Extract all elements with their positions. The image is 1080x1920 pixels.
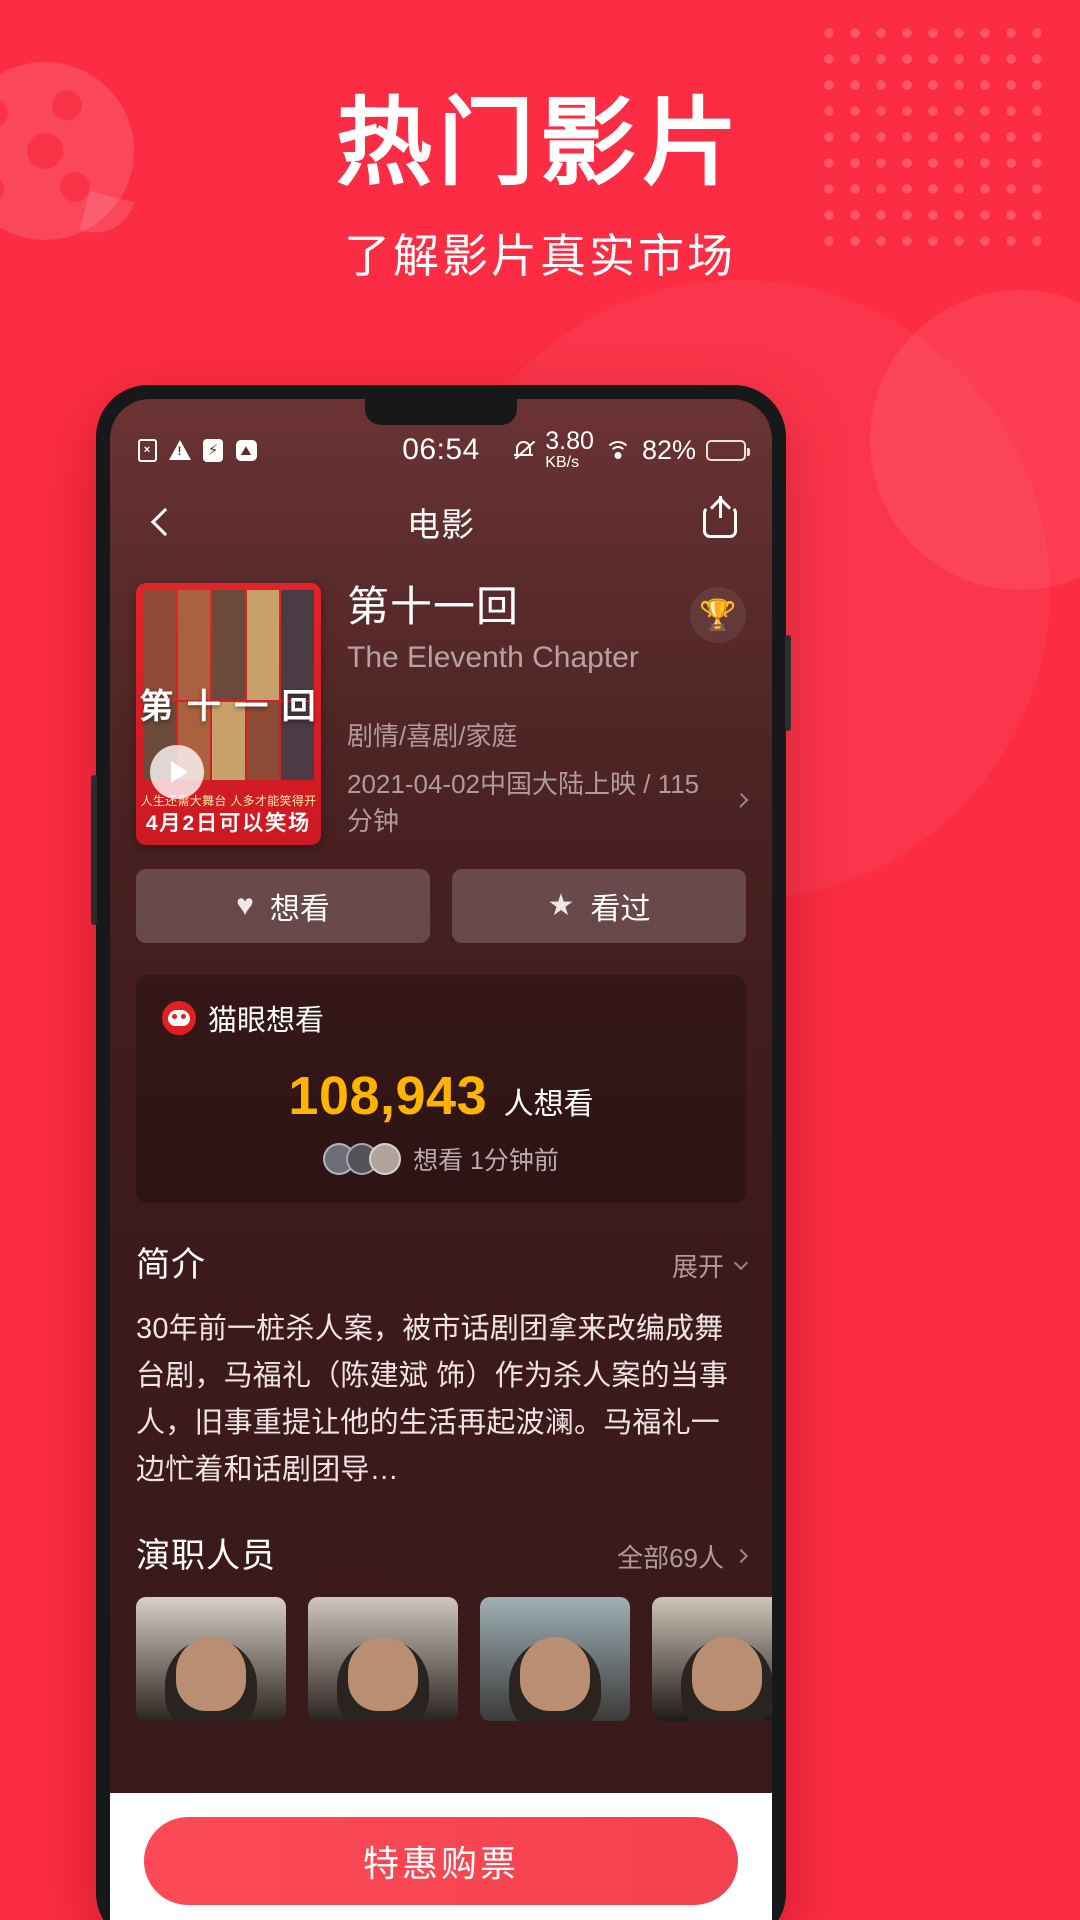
movie-info: 第十一回 The Eleventh Chapter 剧情/喜剧/家庭 2021-… xyxy=(321,583,749,845)
back-button[interactable] xyxy=(136,496,188,548)
want-recent-activity: 想看 1分钟前 xyxy=(162,1141,720,1177)
want-to-see-label: 想看 xyxy=(269,893,330,926)
avatar xyxy=(369,1143,402,1175)
page-subtitle: 了解影片真实市场 xyxy=(344,229,736,282)
movie-english-title: The Eleventh Chapter xyxy=(347,641,639,675)
share-button[interactable] xyxy=(694,496,746,548)
cast-header: 演职人员 全部69人 xyxy=(136,1528,749,1577)
cast-section: 演职人员 全部69人 xyxy=(110,1494,772,1577)
movie-header: 第 十 一 回 人生还需大舞台 人多才能笑得开 4月2日可以笑场 第十一回 Th… xyxy=(110,565,772,845)
chevron-right-icon xyxy=(733,1549,749,1564)
list-item[interactable] xyxy=(136,1596,286,1721)
app-navbar: 电影 xyxy=(110,479,772,565)
avatar-group xyxy=(323,1143,402,1175)
phone-notch xyxy=(365,399,517,425)
movie-title: 第十一回 xyxy=(347,583,520,630)
network-speed: 3.80 KB/s xyxy=(545,427,594,471)
movie-release-info[interactable]: 2021-04-02中国大陆上映 / 115分钟 xyxy=(347,764,749,838)
chevron-down-icon xyxy=(733,1255,749,1270)
poster-release-line: 4月2日可以笑场 xyxy=(145,812,312,835)
synopsis-header: 简介 展开 xyxy=(136,1237,749,1286)
phone-volume-button xyxy=(91,775,97,925)
warning-icon xyxy=(169,438,191,462)
watched-label: 看过 xyxy=(590,893,651,926)
movie-action-buttons: ♥ 想看 ★ 看过 xyxy=(110,845,772,943)
trophy-icon[interactable]: 🏆 xyxy=(690,587,746,643)
list-item[interactable] xyxy=(652,1596,772,1721)
poster-title: 第 十 一 回 xyxy=(139,688,318,726)
want-to-see-button[interactable]: ♥ 想看 xyxy=(136,869,430,943)
list-item[interactable] xyxy=(308,1596,458,1721)
app-icon: ⛰ xyxy=(235,438,257,462)
list-item[interactable] xyxy=(480,1596,630,1721)
synopsis-heading: 简介 xyxy=(136,1246,206,1284)
hero-banner: 热门影片 了解影片真实市场 xyxy=(0,92,1080,286)
battery-icon xyxy=(706,439,750,461)
share-icon xyxy=(703,496,737,538)
maoyan-want-body: 108,943 人想看 想看 1分钟前 xyxy=(162,1065,720,1177)
battery-percent: 82% xyxy=(641,434,696,465)
sim-card-error-icon: × xyxy=(136,438,158,462)
cast-more-label: 全部69人 xyxy=(617,1542,724,1573)
navbar-title: 电影 xyxy=(407,506,475,543)
movie-genre: 剧情/喜剧/家庭 xyxy=(347,721,518,752)
maoyan-logo-icon xyxy=(162,1001,196,1035)
maoyan-want-card[interactable]: 猫眼想看 108,943 人想看 想看 1分钟前 xyxy=(136,975,746,1203)
phone-power-button xyxy=(785,635,791,731)
want-count: 108,943 xyxy=(288,1066,488,1126)
heart-icon: ♥ xyxy=(236,889,254,922)
status-bar: × ⚡ ⛰ 06:54 3.80 KB/s xyxy=(110,421,772,479)
synopsis-expand-button[interactable]: 展开 xyxy=(671,1247,749,1284)
chevron-left-icon xyxy=(150,507,180,537)
bottom-purchase-bar: 特惠购票 xyxy=(110,1793,772,1920)
buy-ticket-button[interactable]: 特惠购票 xyxy=(144,1817,738,1905)
flash-icon: ⚡ xyxy=(202,438,224,462)
wifi-icon xyxy=(604,439,632,461)
phone-screen: × ⚡ ⛰ 06:54 3.80 KB/s xyxy=(110,399,772,1920)
cast-list[interactable] xyxy=(110,1577,772,1721)
play-icon[interactable] xyxy=(150,745,204,799)
cast-more-button[interactable]: 全部69人 xyxy=(617,1538,749,1575)
watched-button[interactable]: ★ 看过 xyxy=(452,869,746,943)
status-right-icons: 3.80 KB/s 82% xyxy=(513,427,750,471)
synopsis-text: 30年前一桩杀人案，被市话剧团拿来改编成舞台剧，马福礼（陈建斌 饰）作为杀人案的… xyxy=(136,1313,729,1486)
trophy-glyph: 🏆 xyxy=(699,598,737,632)
synopsis-expand-label: 展开 xyxy=(671,1252,724,1282)
want-activity-text: 想看 1分钟前 xyxy=(413,1147,559,1175)
mute-icon xyxy=(513,438,536,462)
star-icon: ★ xyxy=(547,889,575,922)
maoyan-want-card-header: 猫眼想看 xyxy=(162,997,720,1039)
synopsis-section: 简介 展开 30年前一桩杀人案，被市话剧团拿来改编成舞台剧，马福礼（陈建斌 饰）… xyxy=(110,1203,772,1494)
page-title: 热门影片 xyxy=(336,90,744,197)
status-left-icons: × ⚡ ⛰ xyxy=(136,438,257,462)
phone-mockup: × ⚡ ⛰ 06:54 3.80 KB/s xyxy=(91,385,791,1920)
movie-release-text: 2021-04-02中国大陆上映 / 115分钟 xyxy=(347,768,700,836)
cast-heading: 演职人员 xyxy=(136,1536,276,1575)
maoyan-want-title: 猫眼想看 xyxy=(208,1005,325,1037)
chevron-right-icon xyxy=(733,793,749,809)
movie-poster[interactable]: 第 十 一 回 人生还需大舞台 人多才能笑得开 4月2日可以笑场 xyxy=(136,583,321,845)
want-count-unit: 人想看 xyxy=(503,1088,594,1121)
